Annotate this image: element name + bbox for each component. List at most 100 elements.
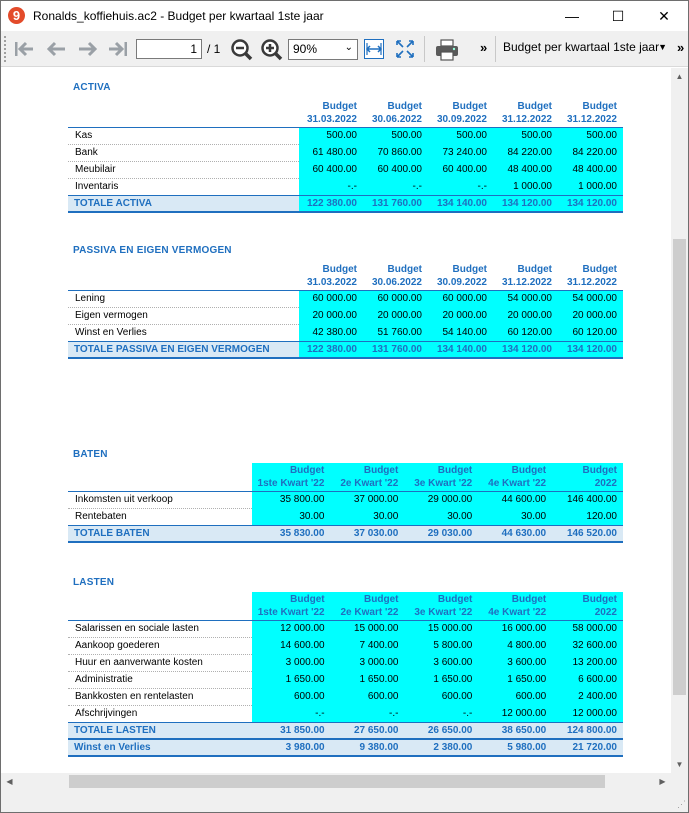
net-result-value: 3 980.00 — [251, 739, 331, 757]
horizontal-scroll-thumb[interactable] — [69, 775, 605, 788]
total-value: 31 850.00 — [251, 721, 331, 740]
total-value: 38 650.00 — [478, 721, 553, 740]
col-header-date: 30.09.2022 — [428, 276, 493, 291]
cell-value: 60 120.00 — [493, 324, 558, 341]
report-name: Budget per kwartaal 1ste jaar — [503, 40, 660, 54]
app-logo-icon: 9 — [8, 7, 25, 24]
cell-value: 35 800.00 — [251, 491, 331, 508]
toolbar-overflow-button-2[interactable]: » — [677, 40, 684, 55]
col-header-period: 2e Kwart '22 — [330, 477, 405, 492]
table-row: Rentebaten 30.00 30.00 30.00 30.00 120.0… — [68, 508, 623, 526]
report-viewport[interactable]: ACTIVA Budget Budget Budget Budget Budge… — [1, 68, 671, 773]
col-header: Budget — [363, 99, 428, 113]
col-header: Budget — [330, 592, 405, 606]
vertical-scroll-thumb[interactable] — [673, 239, 686, 695]
total-label: TOTALE ACTIVA — [68, 194, 299, 213]
cell-value: -.- — [299, 178, 363, 195]
row-label: Lening — [68, 290, 299, 308]
scroll-down-icon[interactable]: ▼ — [671, 756, 688, 773]
cell-value: 48 400.00 — [493, 161, 558, 178]
table-row: Salarissen en sociale lasten 12 000.00 1… — [68, 620, 623, 638]
cell-value: -.- — [404, 705, 479, 722]
table-row: Bankkosten en rentelasten 600.00 600.00 … — [68, 688, 623, 706]
section-title-activa: ACTIVA — [73, 82, 111, 93]
cell-value: 14 600.00 — [251, 637, 331, 654]
total-value: 131 760.00 — [363, 194, 428, 213]
cell-value: 73 240.00 — [428, 144, 493, 161]
total-label: TOTALE LASTEN — [68, 721, 252, 740]
total-value: 131 760.00 — [363, 340, 428, 359]
table-row: Kas 500.00 500.00 500.00 500.00 500.00 — [68, 127, 623, 145]
prev-page-icon[interactable] — [45, 38, 67, 60]
cell-value: 84 220.00 — [558, 144, 623, 161]
net-result-row: Winst en Verlies 3 980.00 9 380.00 2 380… — [68, 739, 623, 757]
net-result-value: 5 980.00 — [478, 739, 553, 757]
cell-value: 51 760.00 — [363, 324, 428, 341]
last-page-icon[interactable] — [107, 38, 129, 60]
page-number-input[interactable]: 1 — [136, 39, 202, 59]
close-button[interactable]: ✕ — [641, 1, 687, 31]
scroll-right-icon[interactable]: ▶ — [654, 773, 671, 790]
cell-value: 1 650.00 — [251, 671, 331, 688]
header-spacer — [68, 463, 252, 477]
toolbar-grip[interactable] — [4, 36, 8, 62]
col-header: Budget — [493, 99, 558, 113]
first-page-icon[interactable] — [13, 38, 35, 60]
horizontal-scrollbar[interactable]: ◀ ▶ — [1, 773, 671, 790]
row-label: Eigen vermogen — [68, 307, 299, 325]
col-header: Budget — [363, 262, 428, 276]
header-spacer — [68, 477, 252, 492]
scroll-left-icon[interactable]: ◀ — [1, 773, 18, 790]
print-icon[interactable] — [434, 38, 460, 61]
row-label: Kas — [68, 127, 299, 145]
row-label: Aankoop goederen — [68, 637, 252, 655]
fit-page-icon[interactable] — [394, 38, 416, 60]
cell-value: -.- — [428, 178, 493, 195]
status-bar: ⋰ — [1, 790, 688, 812]
zoom-select[interactable]: 90% ⌄ — [288, 39, 358, 60]
col-header: Budget — [428, 262, 493, 276]
toolbar-separator — [495, 36, 496, 62]
cell-value: 30.00 — [478, 508, 553, 525]
cell-value: 44 600.00 — [478, 491, 553, 508]
col-header: Budget — [404, 592, 479, 606]
zoom-value: 90% — [293, 42, 318, 56]
report-select[interactable]: Budget per kwartaal 1ste jaar ▼ — [503, 40, 673, 60]
maximize-button[interactable]: ☐ — [595, 1, 641, 31]
cell-value: 30.00 — [404, 508, 479, 525]
header-spacer — [68, 276, 299, 291]
col-header-date: 31.03.2022 — [299, 113, 363, 128]
toolbar-overflow-button[interactable]: » — [480, 40, 487, 55]
fit-width-icon[interactable] — [363, 38, 385, 60]
vertical-scrollbar[interactable]: ▲ ▼ — [671, 68, 688, 773]
row-label: Rentebaten — [68, 508, 252, 526]
col-header: Budget — [428, 99, 493, 113]
col-header-date: 31.03.2022 — [299, 276, 363, 291]
scrollbar-corner — [671, 773, 688, 790]
cell-value: 61 480.00 — [299, 144, 363, 161]
cell-value: 58 000.00 — [552, 620, 623, 637]
total-row: TOTALE BATEN 35 830.00 37 030.00 29 030.… — [68, 524, 623, 543]
zoom-out-icon[interactable] — [230, 38, 253, 61]
cell-value: 500.00 — [428, 127, 493, 144]
cell-value: -.- — [251, 705, 331, 722]
scroll-up-icon[interactable]: ▲ — [671, 68, 688, 85]
app-window: 9 Ronalds_koffiehuis.ac2 - Budget per kw… — [0, 0, 689, 813]
total-row: TOTALE ACTIVA 122 380.00 131 760.00 134 … — [68, 194, 623, 213]
section-title-passiva: PASSIVA EN EIGEN VERMOGEN — [73, 245, 232, 256]
col-header-period: 2e Kwart '22 — [330, 606, 405, 621]
next-page-icon[interactable] — [77, 38, 99, 60]
cell-value: 15 000.00 — [404, 620, 479, 637]
total-value: 44 630.00 — [478, 524, 553, 543]
row-label: Inkomsten uit verkoop — [68, 491, 252, 509]
resize-grip-icon[interactable]: ⋰ — [677, 799, 686, 810]
col-header: Budget — [330, 463, 405, 477]
cell-value: 13 200.00 — [552, 654, 623, 671]
row-label: Salarissen en sociale lasten — [68, 620, 252, 638]
col-header: Budget — [404, 463, 479, 477]
row-label: Bankkosten en rentelasten — [68, 688, 252, 706]
zoom-in-icon[interactable] — [260, 38, 283, 61]
minimize-button[interactable]: — — [549, 1, 595, 31]
table-row: Afschrijvingen -.- -.- -.- 12 000.00 12 … — [68, 705, 623, 723]
total-value: 134 140.00 — [428, 340, 493, 359]
